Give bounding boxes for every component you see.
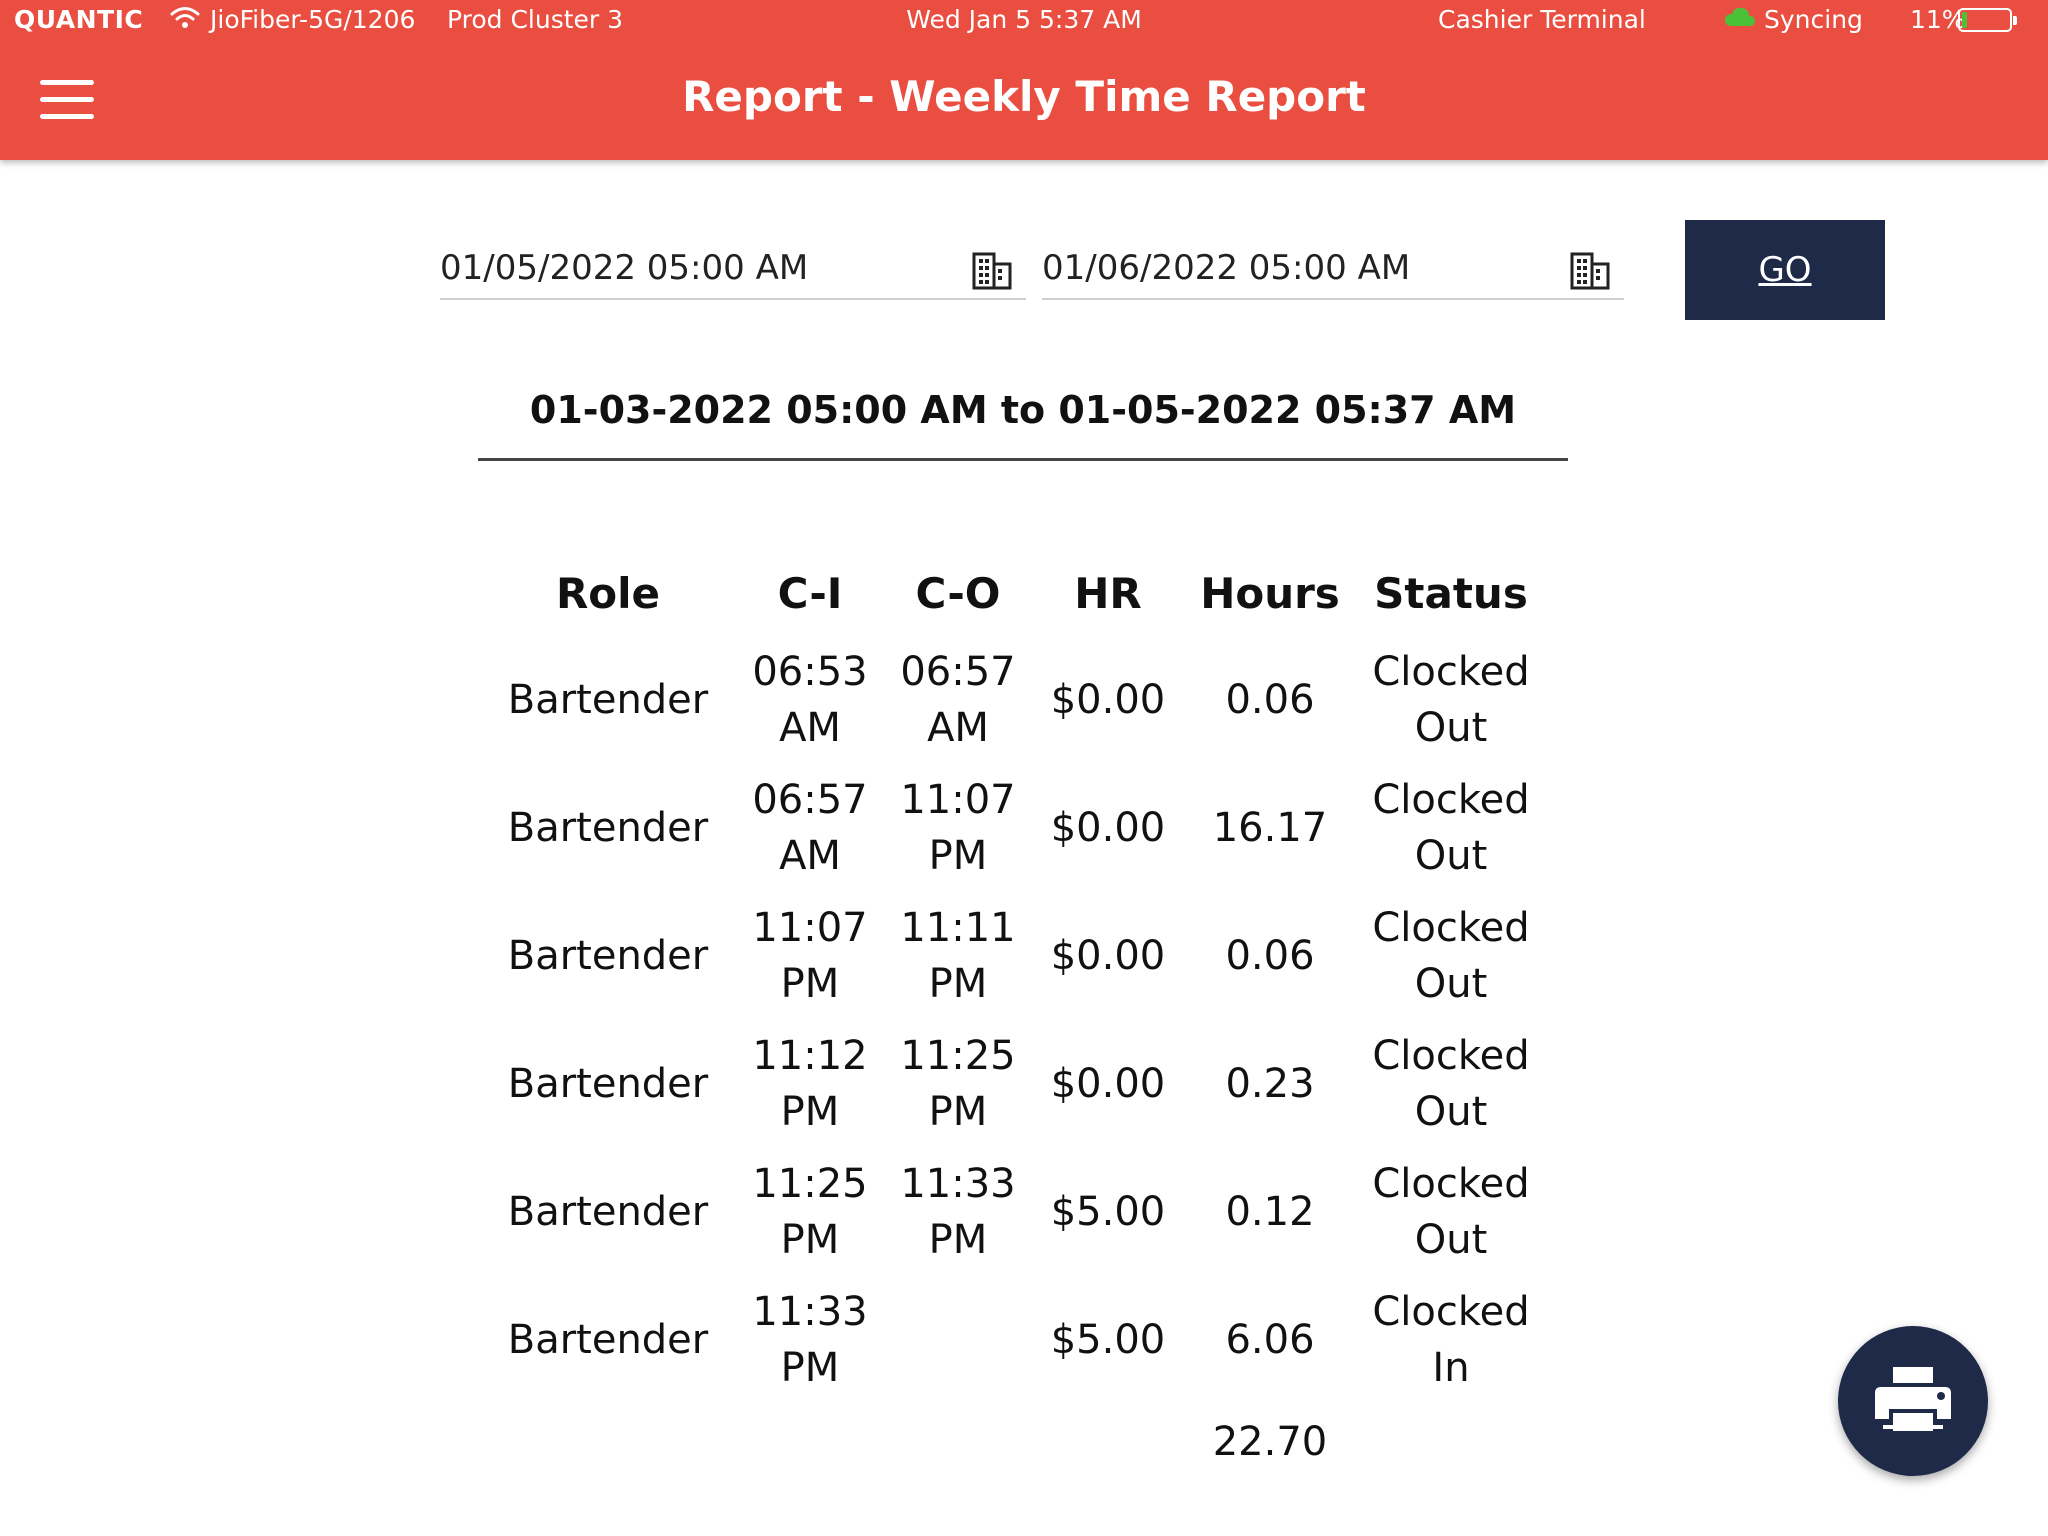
empty-cell: [884, 1404, 1032, 1480]
role-cell: Bartender: [507, 805, 709, 851]
printer-icon: [1873, 1365, 1953, 1438]
terminal-name: Cashier Terminal: [1438, 5, 1646, 34]
clock-in-cell: 11:07 PM: [752, 905, 868, 1007]
role-cell: Bartender: [507, 1061, 709, 1107]
hourly-rate-cell: $0.00: [1050, 677, 1166, 723]
status-cell: Clocked In: [1372, 1289, 1530, 1391]
empty-cell: [1356, 1404, 1546, 1480]
table-row: Bartender 11:33 PM $5.00 6.06 Clocked In: [480, 1276, 1546, 1404]
go-button[interactable]: GO: [1685, 220, 1885, 320]
clock-in-cell: 11:33 PM: [752, 1289, 868, 1391]
role-cell: Bartender: [507, 933, 709, 979]
hourly-rate-cell: $0.00: [1050, 933, 1166, 979]
header-clock-in: C-I: [777, 568, 843, 618]
cloud-icon: [1724, 5, 1756, 34]
hours-cell: 6.06: [1225, 1317, 1315, 1363]
role-cell: Bartender: [507, 1189, 709, 1235]
empty-cell: [1032, 1404, 1184, 1480]
hourly-rate-cell: $0.00: [1050, 1061, 1166, 1107]
clock-out-cell: 11:33 PM: [900, 1161, 1016, 1263]
header-clock-out: C-O: [915, 568, 1001, 618]
clock-in-cell: 06:53 AM: [752, 649, 868, 751]
time-report-table: Role C-I C-O HR Hours Status Bartender 06…: [480, 550, 1546, 1480]
report-range: 01-03-2022 05:00 AM to 01-05-2022 05:37 …: [529, 388, 1517, 432]
clock-in-cell: 11:12 PM: [752, 1033, 868, 1135]
battery-fill: [1962, 12, 1967, 28]
hourly-rate-cell: $0.00: [1050, 805, 1166, 851]
clock-out-cell: 11:25 PM: [900, 1033, 1016, 1135]
hourly-rate-cell: $5.00: [1050, 1317, 1166, 1363]
hours-cell: 0.06: [1225, 933, 1315, 979]
table-body: Bartender 06:53 AM 06:57 AM $0.00 0.06 Clocke…: [480, 636, 1546, 1480]
clock-in-cell: 11:25 PM: [752, 1161, 868, 1263]
battery-icon: [1958, 8, 2017, 32]
clock-in-cell: 06:57 AM: [752, 777, 868, 879]
status-cell: Clocked Out: [1372, 1033, 1530, 1135]
empty-cell: [480, 1404, 736, 1480]
header-status: Status: [1374, 568, 1528, 618]
table-row: Bartender 11:07 PM 11:11 PM $0.00 0.06 Clocke…: [480, 892, 1546, 1020]
hours-cell: 0.23: [1225, 1061, 1315, 1107]
hours-cell: 0.06: [1225, 677, 1315, 723]
clock-out-cell: 06:57 AM: [900, 649, 1016, 751]
status-cell: Clocked Out: [1372, 1161, 1530, 1263]
table-row: Bartender 11:12 PM 11:25 PM $0.00 0.23 Clocke…: [480, 1020, 1546, 1148]
end-date-input[interactable]: [1042, 244, 1522, 292]
clock-out-cell: [884, 1276, 1032, 1404]
calendar-icon[interactable]: [972, 250, 1012, 290]
header-hourly-rate: HR: [1074, 568, 1142, 618]
table-row: Bartender 06:57 AM 11:07 PM $0.00 16.17 Clock…: [480, 764, 1546, 892]
clock-out-cell: 11:07 PM: [900, 777, 1016, 879]
table-row: Bartender 11:25 PM 11:33 PM $5.00 0.12 Clocke…: [480, 1148, 1546, 1276]
sync-status: Syncing: [1764, 5, 1863, 34]
header-role: Role: [555, 568, 661, 618]
table-total-row: 22.70: [480, 1404, 1546, 1480]
status-cell: Clocked Out: [1372, 905, 1530, 1007]
clock-out-cell: 11:11 PM: [900, 905, 1016, 1007]
total-hours-cell: 22.70: [1212, 1419, 1328, 1465]
range-divider: [478, 458, 1568, 461]
app-header: QUANTIC JioFiber-5G/1206 Prod Cluster 3 …: [0, 0, 2048, 160]
hours-cell: 16.17: [1212, 805, 1328, 851]
table-row: Bartender 06:53 AM 06:57 AM $0.00 0.06 Clocke…: [480, 636, 1546, 764]
battery-nub: [2013, 16, 2017, 25]
header-hours: Hours: [1200, 568, 1340, 618]
status-bar: QUANTIC JioFiber-5G/1206 Prod Cluster 3 …: [0, 0, 2048, 42]
empty-cell: [736, 1404, 884, 1480]
table-header-row: Role C-I C-O HR Hours Status: [480, 550, 1546, 636]
end-date-field[interactable]: [1042, 240, 1624, 300]
hours-cell: 0.12: [1225, 1189, 1315, 1235]
start-date-field[interactable]: [440, 240, 1026, 300]
role-cell: Bartender: [507, 1317, 709, 1363]
status-cell: Clocked Out: [1372, 649, 1530, 751]
status-cell: Clocked Out: [1372, 777, 1530, 879]
page-title: Report - Weekly Time Report: [682, 72, 1366, 121]
start-date-input[interactable]: [440, 244, 920, 292]
calendar-icon[interactable]: [1570, 250, 1610, 290]
hourly-rate-cell: $5.00: [1050, 1189, 1166, 1235]
print-button[interactable]: [1838, 1326, 1988, 1476]
role-cell: Bartender: [507, 677, 709, 723]
